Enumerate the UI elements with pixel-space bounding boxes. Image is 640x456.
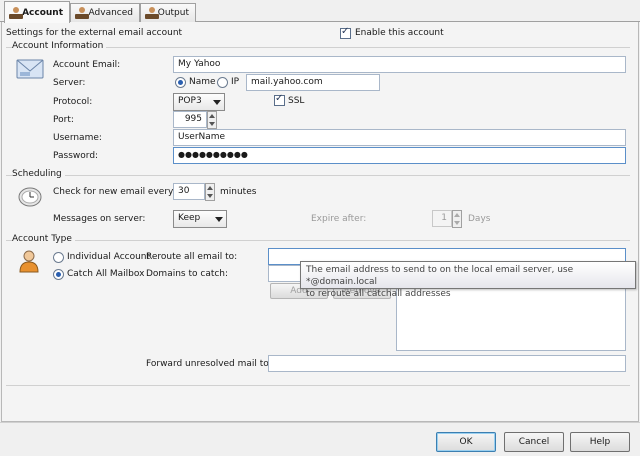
messages-on-server-select[interactable]: Keep (173, 210, 227, 228)
account-type-title: Account Type (12, 234, 75, 244)
server-name-radio[interactable] (175, 77, 186, 88)
catch-all-radio[interactable] (53, 269, 64, 280)
settings-caption: Settings for the external email account (6, 28, 183, 38)
cancel-button[interactable]: Cancel (504, 432, 564, 452)
enable-account-label: Enable this account (355, 28, 444, 38)
scheduling-title: Scheduling (12, 169, 65, 179)
port-label: Port: (53, 115, 74, 125)
scheduling-divider (6, 175, 630, 176)
protocol-value: POP3 (178, 96, 202, 106)
expire-after-field[interactable]: 1 (432, 210, 452, 227)
chevron-down-icon (215, 217, 223, 222)
user-icon (19, 250, 39, 273)
username-label: Username: (53, 133, 102, 143)
messages-on-server-value: Keep (178, 213, 201, 223)
tooltip-line-1: The email address to send to on the loca… (306, 265, 574, 287)
account-email-field[interactable]: My Yahoo (173, 56, 626, 73)
username-field[interactable]: UserName (173, 129, 626, 146)
check-interval-label: Check for new email every: (53, 187, 176, 197)
individual-account-label: Individual Account (67, 252, 151, 262)
server-label: Server: (53, 78, 86, 88)
bottom-divider (6, 385, 630, 386)
domains-label: Domains to catch: (146, 269, 229, 279)
email-account-icon (16, 59, 44, 79)
check-interval-field[interactable]: 30 (173, 183, 205, 200)
account-email-label: Account Email: (53, 60, 121, 70)
reroute-tooltip: The email address to send to on the loca… (300, 261, 636, 299)
tab-account[interactable]: Account (4, 1, 70, 23)
days-label: Days (468, 214, 491, 224)
reroute-label: Reroute all email to: (146, 252, 238, 262)
output-icon (145, 7, 159, 19)
individual-account-radio[interactable] (53, 252, 64, 263)
password-field[interactable] (173, 147, 626, 164)
password-label: Password: (53, 151, 99, 161)
account-type-divider (6, 240, 630, 241)
forward-unresolved-label: Forward unresolved mail to: (146, 359, 272, 369)
ok-button[interactable]: OK (436, 432, 496, 452)
server-field[interactable]: mail.yahoo.com (246, 74, 380, 91)
tab-account-label: Account (22, 7, 63, 18)
forward-unresolved-field[interactable] (268, 355, 626, 372)
server-ip-label: IP (231, 77, 240, 87)
tab-strip: Account Advanced Output (0, 0, 640, 23)
ssl-label: SSL (288, 96, 305, 106)
tab-advanced[interactable]: Advanced (70, 3, 140, 22)
messages-on-server-label: Messages on server: (53, 214, 146, 224)
server-name-label: Name (189, 77, 216, 87)
port-spinner[interactable] (207, 111, 217, 129)
tab-output[interactable]: Output (140, 3, 196, 22)
protocol-label: Protocol: (53, 97, 93, 107)
chevron-down-icon (213, 100, 221, 105)
account-info-title: Account Information (12, 41, 107, 51)
tab-output-label: Output (157, 8, 189, 18)
catch-all-label: Catch All Mailbox (67, 269, 145, 279)
tab-advanced-label: Advanced (88, 8, 133, 18)
tooltip-line-2: to reroute all catchall addresses (306, 289, 451, 299)
minutes-label: minutes (220, 187, 257, 197)
expire-after-spinner[interactable] (452, 210, 462, 228)
ssl-checkbox[interactable] (274, 93, 285, 106)
help-button[interactable]: Help (570, 432, 630, 452)
account-icon (9, 6, 24, 19)
port-field[interactable]: 995 (173, 111, 207, 128)
clock-icon (18, 187, 42, 207)
enable-account-checkbox[interactable] (340, 26, 351, 39)
advanced-icon (75, 7, 89, 19)
expire-after-label: Expire after: (311, 214, 367, 224)
protocol-select[interactable]: POP3 (173, 93, 225, 111)
check-interval-spinner[interactable] (205, 183, 215, 201)
server-ip-radio[interactable] (217, 77, 228, 88)
